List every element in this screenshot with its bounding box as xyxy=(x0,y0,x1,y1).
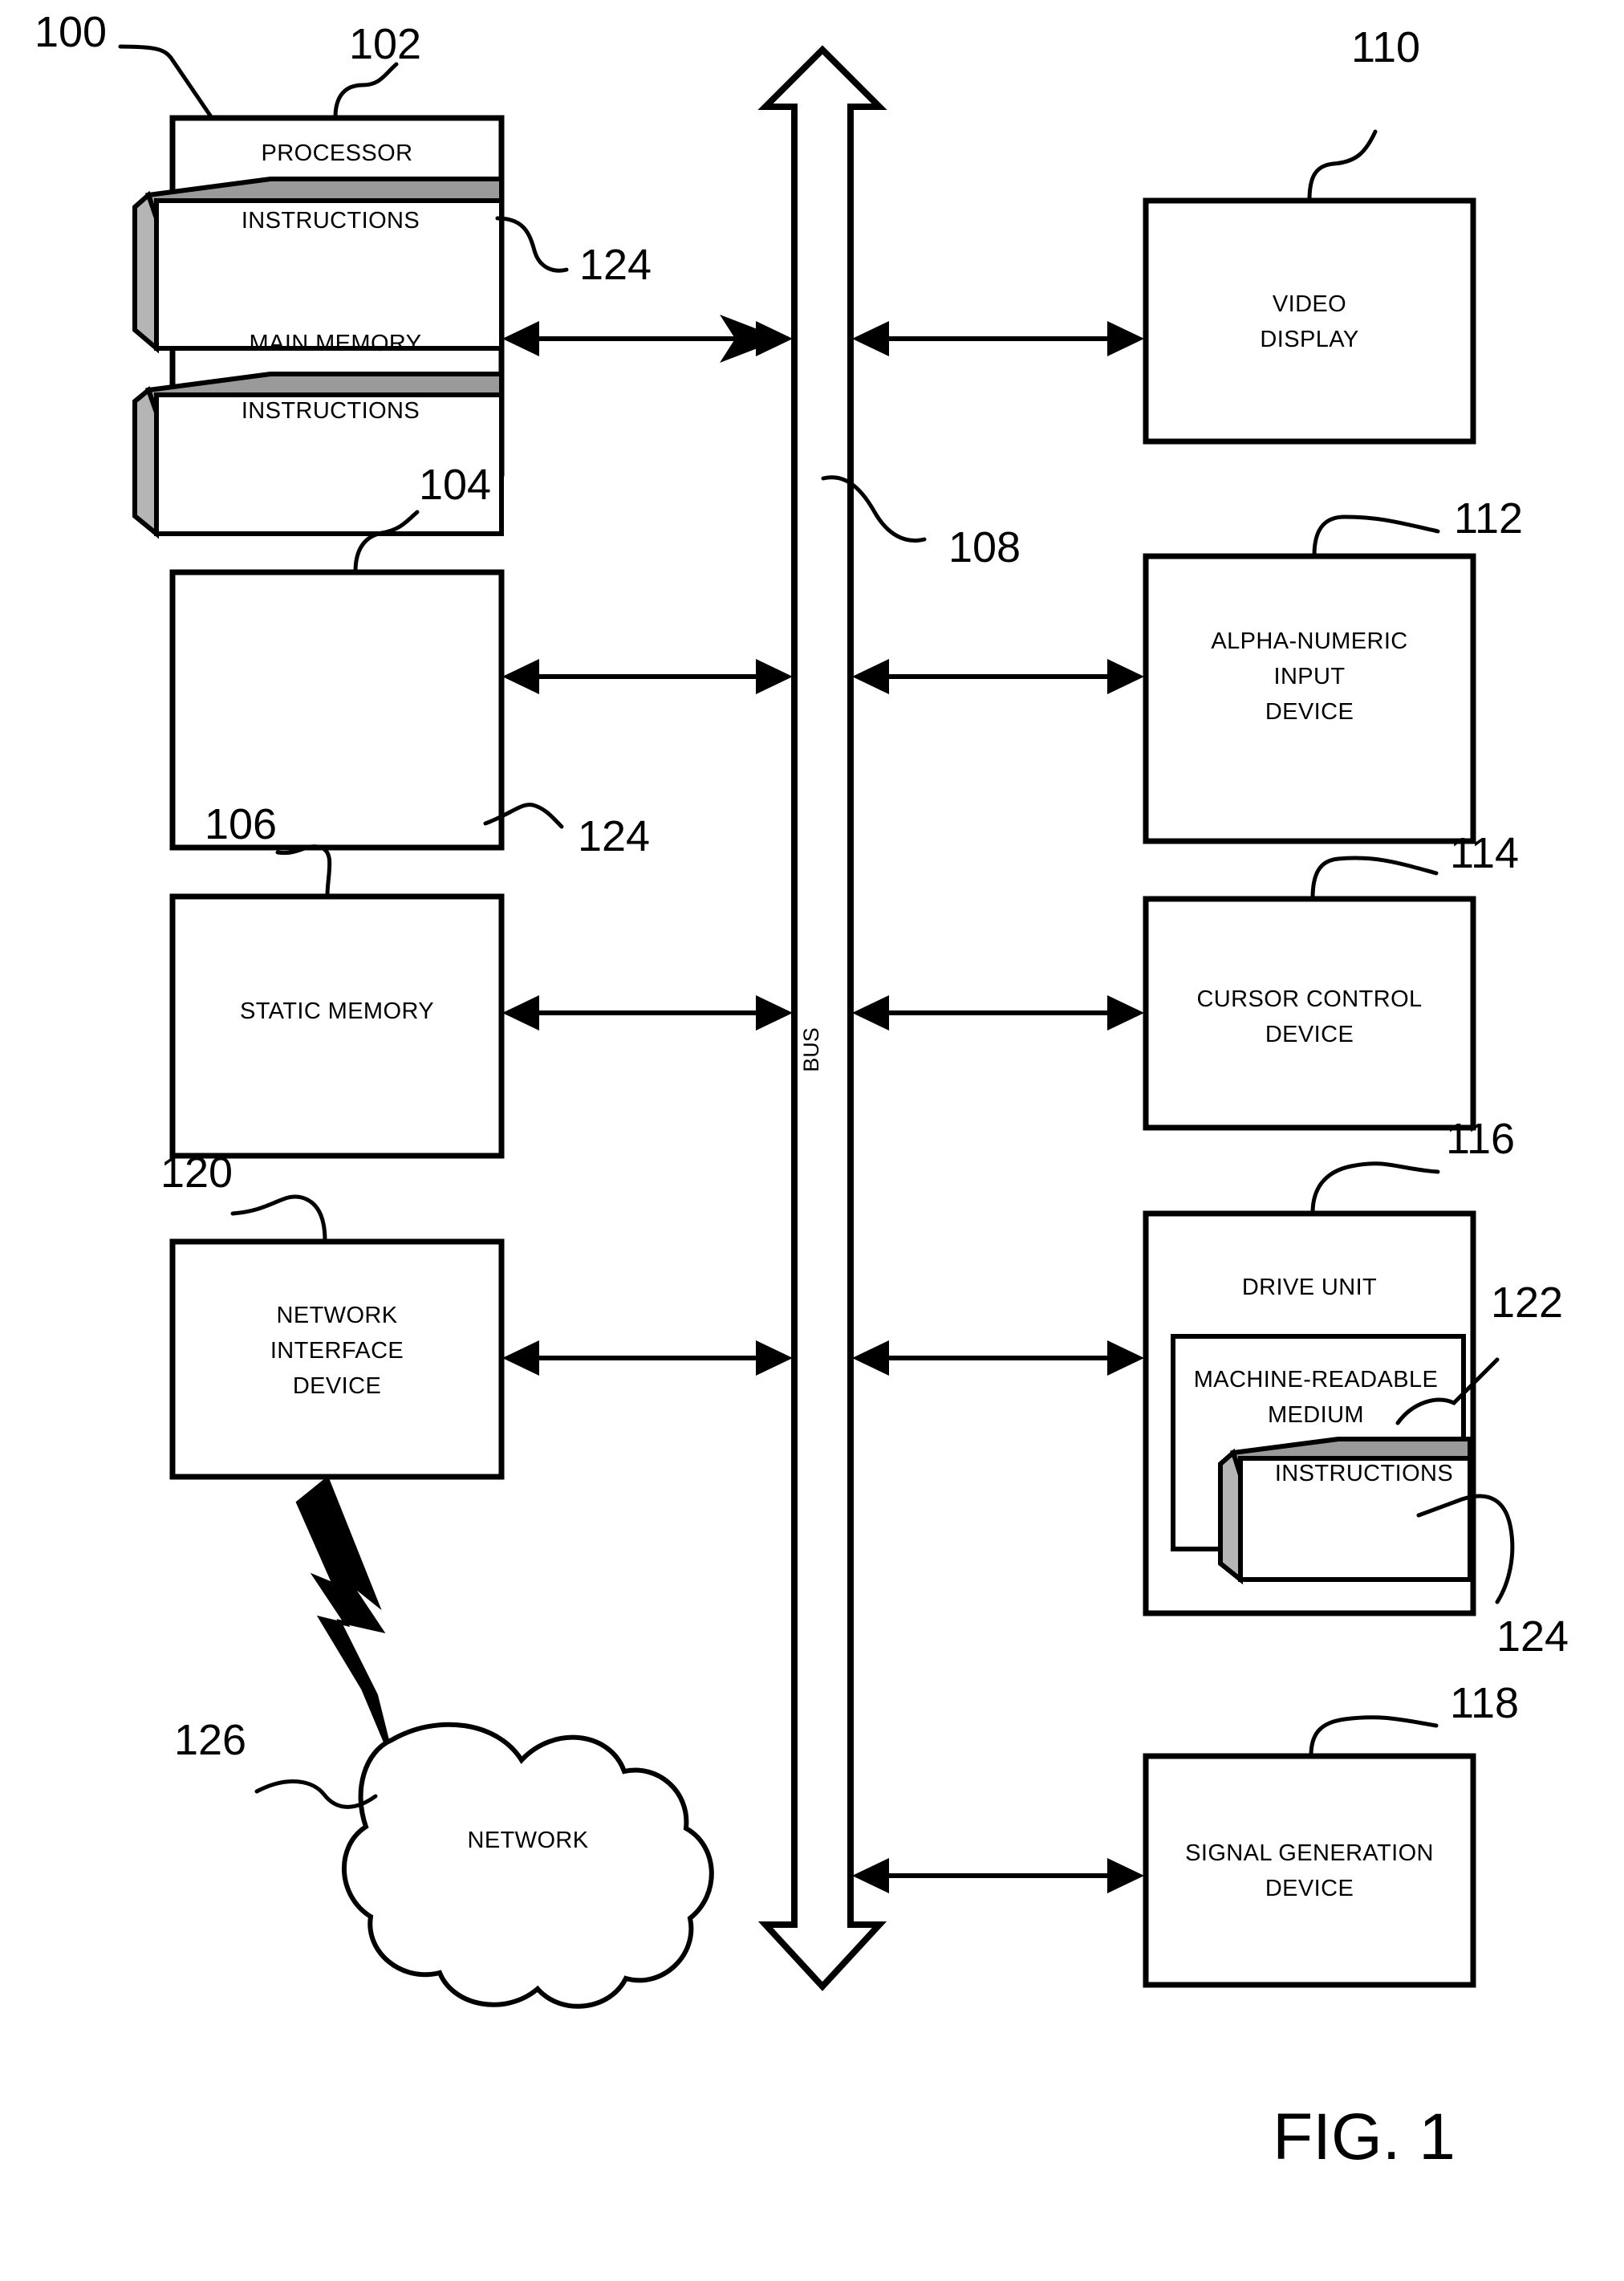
ref-number-static-memory: 106 xyxy=(205,800,277,848)
ref-number-main-memory: 104 xyxy=(419,461,491,509)
patent-figure-page: 100 PROCESSOR INSTRUCTIONS 102 124 MAIN … xyxy=(0,0,1624,2281)
ref-number-alpha-numeric: 112 xyxy=(1454,494,1523,543)
ref-number-processor: 102 xyxy=(349,20,421,68)
video-display-box xyxy=(1143,197,1476,445)
processor-instructions-label: INSTRUCTIONS xyxy=(242,208,420,234)
connector-bus-drive-unit xyxy=(852,1340,1144,1376)
connector-main-memory-bus xyxy=(502,659,793,694)
figure-caption: FIG. 1 xyxy=(1273,2100,1456,2173)
ref-number-instructions-processor: 124 xyxy=(579,241,652,289)
network-cloud: NETWORK xyxy=(341,1722,714,2009)
cursor-control-ref-leader xyxy=(1310,856,1439,901)
video-display-ref-leader xyxy=(1307,129,1378,202)
bus-label: BUS xyxy=(799,1027,823,1072)
processor-instructions-slab xyxy=(132,177,504,354)
static-memory-ref-leader xyxy=(275,844,332,898)
figure-1-block-diagram: 100 PROCESSOR INSTRUCTIONS 102 124 MAIN … xyxy=(35,8,1569,2173)
network-cloud-label: NETWORK xyxy=(467,1828,588,1853)
signal-generation-line2: DEVICE xyxy=(1265,1876,1354,1901)
signal-generation-line1: SIGNAL GENERATION xyxy=(1185,1840,1434,1866)
connector-bus-cursor-control xyxy=(852,995,1144,1031)
wireless-lightning-icon xyxy=(295,1475,394,1760)
alpha-numeric-line3: DEVICE xyxy=(1265,699,1354,725)
machine-readable-medium-line2: MEDIUM xyxy=(1268,1402,1364,1428)
video-display-line2: DISPLAY xyxy=(1260,327,1358,352)
alpha-numeric-line2: INPUT xyxy=(1274,664,1346,689)
video-display-line1: VIDEO xyxy=(1273,291,1346,317)
machine-readable-medium-line1: MACHINE-READABLE xyxy=(1194,1367,1439,1393)
ref-number-video-display: 110 xyxy=(1351,23,1420,71)
ref-number-signal-generation: 118 xyxy=(1450,1679,1519,1727)
cursor-control-line2: DEVICE xyxy=(1265,1022,1354,1047)
ref-number-network: 126 xyxy=(174,1716,246,1764)
processor-label: PROCESSOR xyxy=(262,140,413,166)
ref-number-machine-readable-medium: 122 xyxy=(1491,1279,1563,1327)
connector-static-memory-bus xyxy=(502,995,793,1031)
ref-number-system: 100 xyxy=(35,8,107,56)
ref-number-instructions-main-memory: 124 xyxy=(578,812,650,860)
drive-instructions-label: INSTRUCTIONS xyxy=(1275,1461,1453,1486)
ref-number-instructions-drive: 124 xyxy=(1496,1612,1569,1661)
ref-number-cursor-control: 114 xyxy=(1450,829,1519,877)
ref-number-network-interface: 120 xyxy=(160,1149,233,1197)
static-memory-label: STATIC MEMORY xyxy=(240,998,434,1024)
alpha-numeric-ref-leader xyxy=(1312,514,1440,558)
connector-processor-bus xyxy=(502,315,793,363)
network-interface-ref-leader xyxy=(230,1194,327,1243)
processor-ref-leader xyxy=(333,62,399,120)
network-interface-line3: DEVICE xyxy=(293,1373,381,1399)
ref-number-bus: 108 xyxy=(948,523,1021,571)
signal-generation-ref-leader xyxy=(1309,1715,1439,1758)
network-cloud-ref-leader xyxy=(254,1779,378,1809)
cursor-control-device-box xyxy=(1143,896,1476,1131)
ref-number-drive-unit: 116 xyxy=(1446,1115,1515,1163)
network-interface-line1: NETWORK xyxy=(276,1303,397,1328)
connector-bus-signal-generation xyxy=(852,1858,1144,1893)
main-memory-instructions-label: INSTRUCTIONS xyxy=(242,398,420,424)
cursor-control-line1: CURSOR CONTROL xyxy=(1196,986,1422,1012)
processor-instructions-ref-leader xyxy=(495,216,569,273)
signal-generation-device-box xyxy=(1143,1753,1476,1988)
main-memory-title: MAIN MEMORY xyxy=(250,331,422,356)
alpha-numeric-line1: ALPHA-NUMERIC xyxy=(1211,628,1407,654)
connector-network-interface-bus xyxy=(502,1340,793,1376)
drive-unit-label: DRIVE UNIT xyxy=(1242,1275,1377,1300)
connector-bus-alpha-numeric xyxy=(852,659,1144,694)
static-memory-box xyxy=(169,893,505,1159)
connector-bus-video-display xyxy=(852,321,1144,356)
drive-unit-ref-leader xyxy=(1310,1161,1440,1215)
network-interface-line2: INTERFACE xyxy=(270,1338,404,1364)
